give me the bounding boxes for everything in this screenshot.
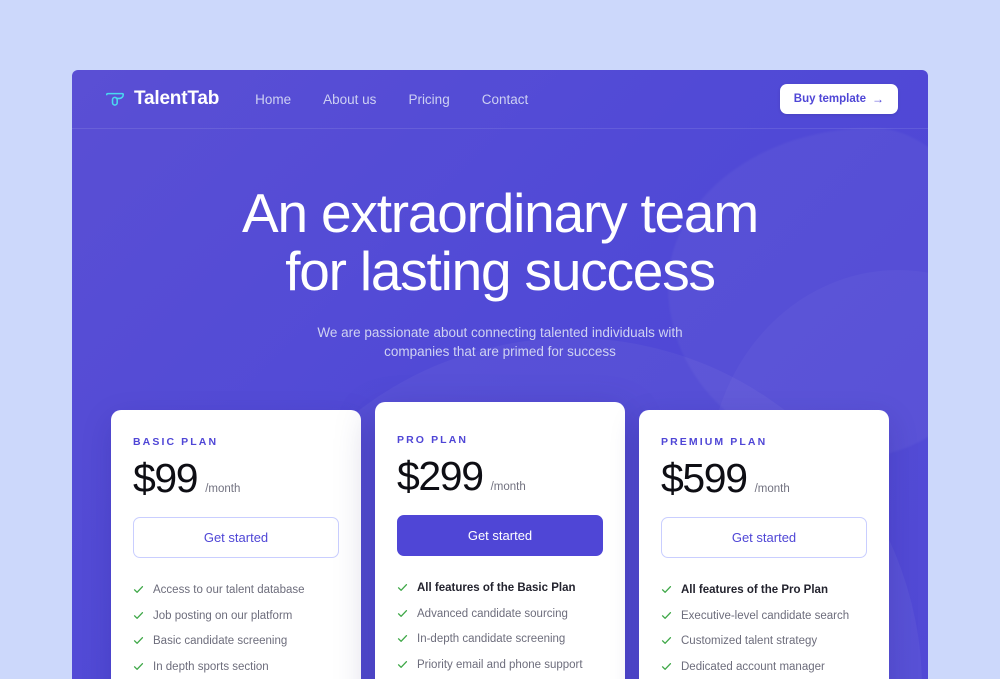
price-basic: $99 [133,455,199,501]
check-icon [661,637,672,645]
brand-name: TalentTab [134,88,220,109]
feature-text: All features of the Basic Plan [417,582,576,595]
site-header: TalentTab Home About us Pricing Contact … [72,70,928,129]
feature-text: Basic candidate screening [153,635,288,648]
landing-page: TalentTab Home About us Pricing Contact … [0,0,1000,679]
get-started-button-premium[interactable]: Get started [661,517,867,558]
pricing-card-premium: PREMIUM PLAN $599 /month Get started All… [639,410,889,679]
hero-subtitle-line-1: We are passionate about connecting talen… [317,324,683,340]
hero-title-line-2: for lasting success [285,240,716,303]
feature-text: Executive-level candidate search [681,609,850,622]
feature-item: Access to our talent database [133,578,339,604]
feature-item: All features of the Basic Plan [397,576,603,602]
hero-panel: TalentTab Home About us Pricing Contact … [72,70,928,679]
check-icon [661,662,672,670]
check-icon [133,637,144,645]
feature-item: Dedicated account manager [661,655,867,679]
plan-label-pro: PRO PLAN [397,434,469,446]
plan-label-basic: BASIC PLAN [133,436,219,448]
brand-logo[interactable]: TalentTab [104,88,219,110]
pricing-cards: BASIC PLAN $99 /month Get started Access… [111,402,889,679]
arrow-right-icon: → [872,92,884,106]
check-icon [397,660,408,668]
pricing-card-pro: PRO PLAN $299 /month Get started All fea… [375,402,625,679]
check-icon [397,584,408,592]
price-row-basic: $99 /month [133,458,339,499]
feature-text: All features of the Pro Plan [681,584,828,597]
hero-subtitle-line-2: companies that are primed for success [384,343,616,359]
hero-title-line-1: An extraordinary team [242,182,759,244]
feature-text: Job posting on our platform [153,609,293,622]
nav-item-contact[interactable]: Contact [482,92,529,107]
feature-text: Access to our talent database [153,584,305,597]
buy-template-label: Buy template [793,93,866,105]
get-started-button-basic[interactable]: Get started [133,517,339,558]
feature-item: Basic candidate screening [133,629,339,655]
nav-item-about-us[interactable]: About us [323,92,376,107]
pricing-card-basic: BASIC PLAN $99 /month Get started Access… [111,410,361,679]
hero-title: An extraordinary team for lasting succes… [72,184,928,301]
check-icon [133,611,144,619]
get-started-button-pro[interactable]: Get started [397,515,603,556]
price-pro: $299 [397,453,484,499]
feature-item: In-depth candidate screening [397,627,603,653]
price-row-pro: $299 /month [397,456,603,497]
feature-text: In depth sports section [153,660,269,673]
plan-label-premium: PREMIUM PLAN [661,436,768,448]
talenttab-t-logo-icon [105,92,125,106]
price-premium: $599 [661,455,748,501]
main-navigation: Home About us Pricing Contact [255,92,528,107]
feature-list-premium: All features of the Pro Plan Executive-l… [661,578,867,679]
check-icon [397,635,408,643]
feature-item: In depth sports section [133,655,339,679]
hero-subtitle: We are passionate about connecting talen… [72,323,928,361]
feature-text: Advanced candidate sourcing [417,607,568,620]
feature-text: Priority email and phone support [417,658,583,671]
nav-item-pricing[interactable]: Pricing [408,92,449,107]
hero-section: An extraordinary team for lasting succes… [72,129,928,361]
feature-text: Customized talent strategy [681,635,818,648]
price-period-basic: /month [205,483,241,495]
feature-list-pro: All features of the Basic Plan Advanced … [397,576,603,679]
feature-item: All features of the Pro Plan [661,578,867,604]
feature-text: In-depth candidate screening [417,633,566,646]
feature-item: Customized talent strategy [661,629,867,655]
price-row-premium: $599 /month [661,458,867,499]
feature-item: Job posting on our platform [133,604,339,630]
price-period-premium: /month [754,483,790,495]
buy-template-button[interactable]: Buy template → [779,84,898,114]
nav-item-home[interactable]: Home [255,92,291,107]
feature-list-basic: Access to our talent database Job postin… [133,578,339,679]
check-icon [133,662,144,670]
feature-item: Executive-level candidate search [661,604,867,630]
check-icon [661,586,672,594]
price-period-pro: /month [490,481,526,493]
feature-text: Dedicated account manager [681,660,825,673]
check-icon [397,609,408,617]
feature-item: Priority email and phone support [397,653,603,679]
check-icon [133,586,144,594]
feature-item: Advanced candidate sourcing [397,602,603,628]
check-icon [661,611,672,619]
